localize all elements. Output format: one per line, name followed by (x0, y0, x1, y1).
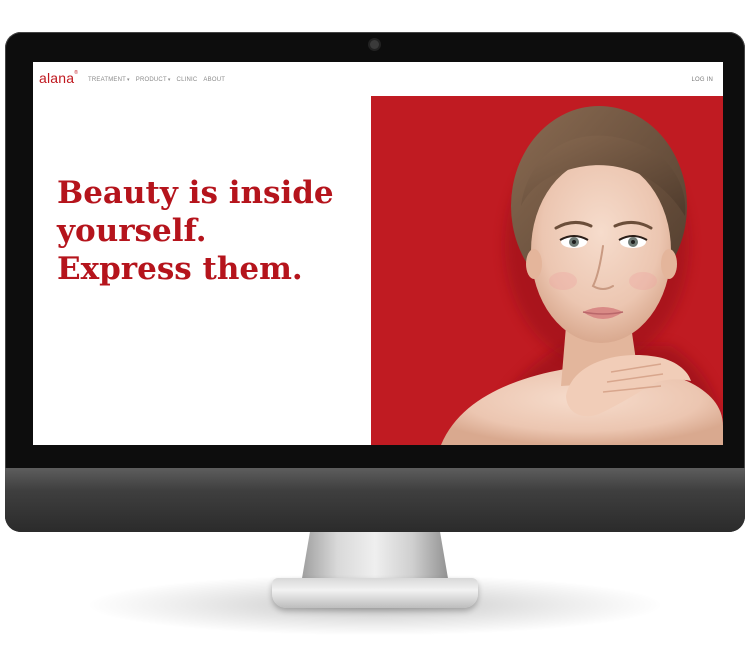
headline-line: Beauty is inside (57, 175, 334, 211)
desktop-monitor-mockup: alana® TREATMENT ▾ PRODUCT ▾ CLINIC ABOU… (0, 0, 750, 650)
brand-logo[interactable]: alana® (39, 70, 78, 86)
caret-down-icon: ▾ (127, 77, 130, 83)
monitor-chin (5, 468, 745, 532)
registered-mark: ® (74, 70, 79, 76)
top-navbar: alana® TREATMENT ▾ PRODUCT ▾ CLINIC ABOU… (33, 62, 723, 96)
nav-item-treatment[interactable]: TREATMENT ▾ (88, 77, 130, 83)
website-screen: alana® TREATMENT ▾ PRODUCT ▾ CLINIC ABOU… (33, 62, 723, 445)
hero-image-panel (371, 96, 723, 445)
headline-line: Express them. (57, 251, 303, 287)
hero-text-panel: Beauty is inside yourself. Express them. (33, 96, 371, 445)
main-nav: TREATMENT ▾ PRODUCT ▾ CLINIC ABOUT (88, 77, 225, 83)
monitor-stand-base (272, 578, 478, 608)
caret-down-icon: ▾ (167, 77, 171, 83)
nav-item-product[interactable]: PRODUCT ▾ (136, 77, 171, 83)
logo-text: alana (39, 70, 75, 86)
hero-headline: Beauty is inside yourself. Express them. (57, 174, 334, 288)
headline-line: yourself. (57, 213, 207, 249)
login-link[interactable]: LOG IN (691, 77, 713, 83)
nav-item-label: TREATMENT (88, 77, 127, 83)
nav-item-label: ABOUT (203, 77, 226, 83)
nav-item-clinic[interactable]: CLINIC (177, 77, 198, 83)
nav-item-about[interactable]: ABOUT (203, 77, 225, 83)
nav-item-label: CLINIC (176, 77, 198, 83)
webcam-icon (370, 40, 379, 49)
woman-portrait-image (441, 106, 723, 445)
nav-item-label: PRODUCT (135, 77, 167, 83)
